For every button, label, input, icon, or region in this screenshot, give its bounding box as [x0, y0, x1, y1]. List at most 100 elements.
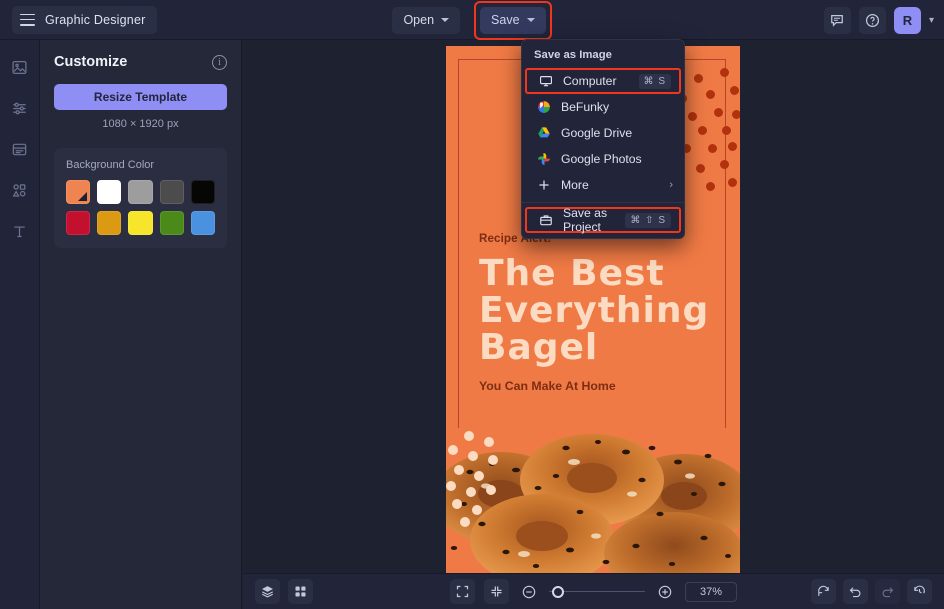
top-toolbar: Graphic Designer Open Save R ▾	[0, 0, 944, 40]
rail-item-templates[interactable]	[5, 134, 35, 164]
menu-divider	[522, 202, 684, 203]
dot-3	[468, 451, 478, 461]
save-menu-header: Save as Image	[534, 49, 612, 61]
color-swatch-7[interactable]	[128, 211, 153, 236]
color-swatch-1[interactable]	[97, 180, 122, 205]
dot-10	[452, 499, 462, 509]
color-swatch-8[interactable]	[159, 211, 184, 236]
dot-2	[448, 445, 458, 455]
shrink-icon	[491, 586, 502, 597]
undo-icon	[849, 587, 861, 598]
dot-4	[488, 455, 498, 465]
menu-item-google-photos[interactable]: Google Photos	[525, 146, 681, 172]
shrink-button[interactable]	[484, 579, 509, 604]
avatar[interactable]: R	[893, 6, 921, 34]
account-chevron-down-icon[interactable]: ▾	[929, 15, 934, 26]
canvas-subline-text[interactable]: You Can Make At Home	[479, 379, 728, 393]
zoom-in-button[interactable]	[654, 581, 676, 603]
zoom-out-button[interactable]	[518, 581, 540, 603]
brand-menu-button[interactable]: Graphic Designer	[12, 5, 158, 34]
dot-0	[464, 431, 474, 441]
chevron-down-icon	[441, 18, 450, 22]
dot-11	[722, 126, 731, 135]
menu-item-wrap-1: BeFunky	[522, 94, 684, 120]
zoom-slider-knob[interactable]	[552, 585, 564, 598]
menu-item-shortcut: ⌘ S	[638, 73, 671, 89]
chevron-down-icon	[526, 18, 535, 22]
history-button[interactable]	[907, 579, 932, 604]
google-photos-icon	[536, 152, 552, 166]
save-as-project-wrap: Save as Project ⌘ ⇧ S	[522, 206, 684, 238]
dot-5	[454, 465, 464, 475]
layers-button[interactable]	[255, 579, 280, 604]
text-icon	[14, 225, 25, 237]
save-button[interactable]: Save	[480, 6, 546, 34]
dot-4	[730, 86, 739, 95]
save-menu-items: Computer ⌘ S BeFunky Google Drive Google Pho…	[522, 68, 684, 198]
menu-item-label: More	[561, 178, 589, 192]
menu-item-label: BeFunky	[561, 100, 610, 114]
feedback-button[interactable]	[823, 6, 851, 34]
dot-0	[694, 74, 703, 83]
open-label: Open	[403, 13, 435, 27]
redo-button[interactable]	[875, 579, 900, 604]
rail-item-adjustments[interactable]	[5, 93, 35, 123]
undo-button[interactable]	[843, 579, 868, 604]
background-color-label: Background Color	[66, 159, 155, 171]
help-button[interactable]	[858, 6, 886, 34]
menu-item-wrap-2: Google Drive	[522, 120, 684, 146]
menu-item-label: Google Drive	[561, 126, 633, 140]
color-swatch-6[interactable]	[97, 211, 122, 236]
dot-13	[708, 144, 717, 153]
page-title: Customize	[54, 54, 128, 70]
befunky-icon	[536, 100, 552, 114]
customize-panel: Customize i Resize Template 1080 × 1920 …	[40, 40, 242, 609]
color-swatch-9[interactable]	[190, 211, 216, 236]
dot-15	[696, 164, 705, 173]
menu-item-save-as-project[interactable]: Save as Project ⌘ ⇧ S	[525, 206, 681, 234]
fit-screen-button[interactable]	[450, 579, 475, 604]
reset-button[interactable]	[811, 579, 836, 604]
dot-17	[706, 182, 715, 191]
resize-template-button[interactable]: Resize Template	[54, 84, 227, 110]
info-icon[interactable]: i	[212, 54, 227, 70]
menu-item-google-drive[interactable]: Google Drive	[525, 120, 681, 146]
dot-8	[466, 487, 476, 497]
rail-item-shapes[interactable]	[5, 175, 35, 205]
canvas-headline-text[interactable]: The Best Everything Bagel	[479, 255, 728, 366]
dot-9	[486, 485, 496, 495]
app-root: Graphic Designer Open Save R ▾ Customize…	[0, 0, 944, 609]
decorative-dots-bottom-left	[446, 431, 502, 527]
grid-button[interactable]	[288, 579, 313, 604]
color-swatch-0[interactable]	[66, 180, 91, 205]
color-swatch-4[interactable]	[190, 180, 216, 205]
briefcase-icon	[538, 213, 554, 227]
bottom-toolbar: 37%	[243, 573, 944, 609]
save-button-highlight: Save	[474, 0, 552, 40]
chat-icon	[831, 15, 844, 27]
rail-item-image[interactable]	[5, 52, 35, 82]
grid-icon	[295, 586, 306, 597]
layers-icon	[262, 586, 273, 598]
menu-item-computer[interactable]: Computer ⌘ S	[525, 68, 681, 94]
monitor-icon	[538, 74, 554, 88]
rail-item-text[interactable]	[5, 216, 35, 246]
color-swatch-5[interactable]	[66, 211, 91, 236]
open-button[interactable]: Open	[392, 6, 461, 34]
menu-item-shortcut: ⌘ ⇧ S	[625, 212, 671, 228]
dot-16	[720, 160, 729, 169]
zoom-slider[interactable]	[549, 584, 645, 600]
plus-circle-icon	[658, 585, 672, 598]
dot-6	[474, 471, 484, 481]
color-swatch-3[interactable]	[159, 180, 184, 205]
dot-8	[732, 110, 740, 119]
color-swatch-2[interactable]	[128, 180, 153, 205]
zoom-level-value[interactable]: 37%	[685, 581, 737, 602]
refresh-icon	[818, 585, 829, 596]
menu-item-befunky[interactable]: BeFunky	[525, 94, 681, 120]
google-drive-icon	[536, 126, 552, 140]
panel-header: Customize i	[54, 54, 227, 70]
bottom-left-actions	[255, 579, 313, 604]
dot-11	[472, 505, 482, 515]
menu-item-more[interactable]: More ›	[525, 172, 681, 198]
